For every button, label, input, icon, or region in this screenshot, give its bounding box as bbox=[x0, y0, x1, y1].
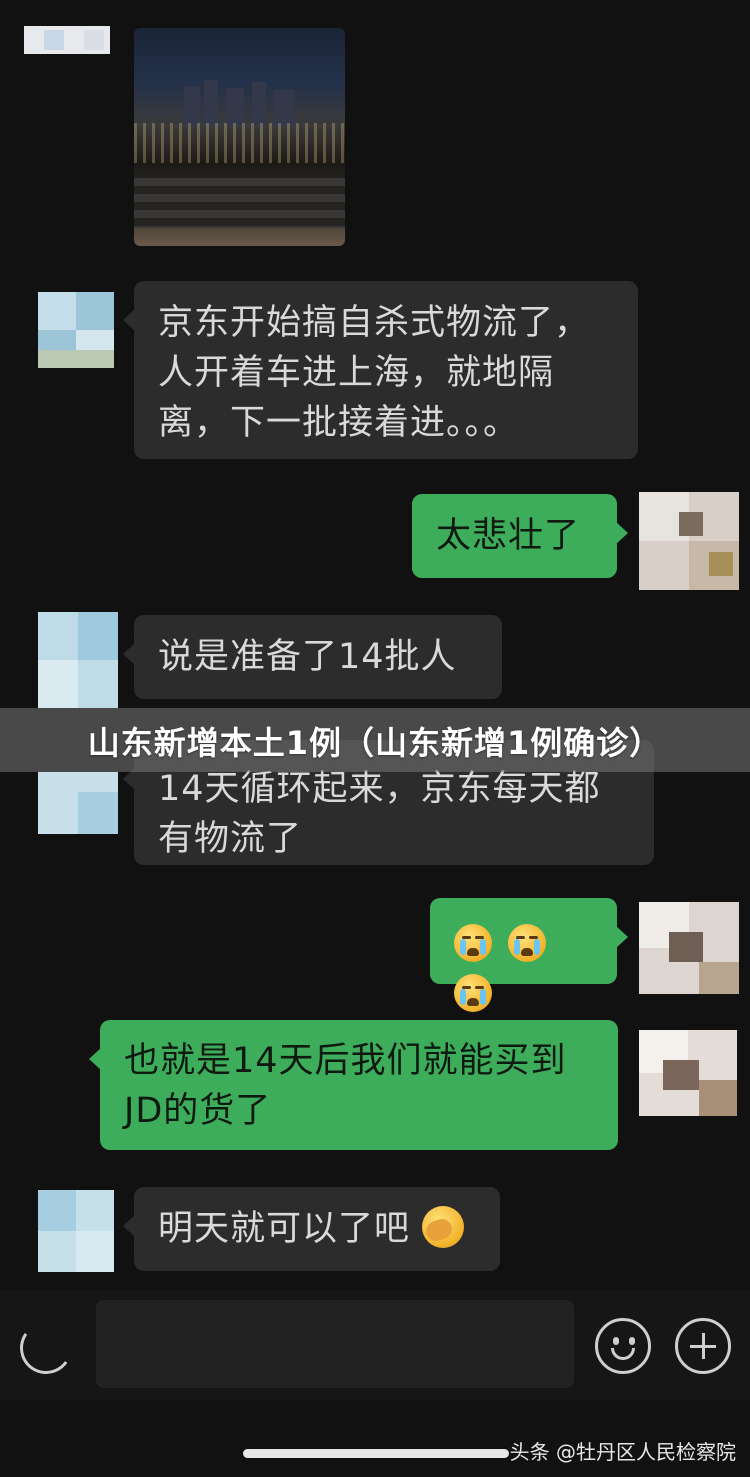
plus-icon[interactable] bbox=[675, 1318, 731, 1374]
message-bubble[interactable] bbox=[430, 898, 628, 1012]
avatar[interactable] bbox=[38, 772, 118, 834]
watermark: 头条 @牡丹区人民检察院 bbox=[509, 1440, 736, 1464]
avatar[interactable] bbox=[639, 492, 739, 590]
loudly-crying-face-emoji bbox=[454, 974, 492, 1012]
headline-title: 山东新增本土1例（山东新增1例确诊） bbox=[87, 724, 663, 762]
message-bubble[interactable]: 太悲壮了 bbox=[412, 494, 628, 578]
message-bubble[interactable]: 明天就可以了吧 bbox=[123, 1187, 500, 1271]
message-input[interactable] bbox=[96, 1300, 574, 1388]
message-line: 离，下一批接着进。。。 bbox=[158, 403, 520, 443]
message-line: 有物流了 bbox=[158, 819, 303, 859]
message-bubble[interactable]: 京东开始搞自杀式物流了， 人开着车进上海，就地隔 离，下一批接着进。。。 bbox=[123, 281, 638, 459]
face-palm-emoji bbox=[422, 1206, 465, 1248]
message-line: 也就是14天后我们就能买到 bbox=[124, 1041, 567, 1081]
message-bubble[interactable]: 也就是14天后我们就能买到 JD的货了 bbox=[89, 1020, 618, 1150]
avatar[interactable] bbox=[24, 26, 110, 54]
avatar[interactable] bbox=[639, 902, 739, 994]
message-text: 太悲壮了 bbox=[436, 516, 581, 556]
headline-banner: 山东新增本土1例（山东新增1例确诊） bbox=[0, 708, 750, 772]
message-line: JD的货了 bbox=[124, 1091, 272, 1131]
message-bubble[interactable]: 说是准备了14批人 bbox=[123, 615, 502, 699]
message-line: 京东开始搞自杀式物流了， bbox=[158, 303, 591, 343]
avatar[interactable] bbox=[38, 612, 118, 708]
smiley-icon[interactable] bbox=[595, 1318, 651, 1374]
loudly-crying-face-emoji bbox=[454, 924, 492, 962]
message-line: 人开着车进上海，就地隔 bbox=[158, 353, 555, 393]
message-text: 说是准备了14批人 bbox=[158, 637, 457, 677]
avatar[interactable] bbox=[639, 1030, 737, 1116]
avatar[interactable] bbox=[38, 1190, 114, 1272]
message-text: 明天就可以了吧 bbox=[158, 1209, 411, 1249]
loudly-crying-face-emoji bbox=[508, 924, 547, 962]
avatar[interactable] bbox=[38, 292, 114, 368]
chat-screen: 京东开始搞自杀式物流了， 人开着车进上海，就地隔 离，下一批接着进。。。 太悲壮… bbox=[0, 0, 750, 1477]
home-indicator[interactable] bbox=[243, 1449, 509, 1458]
image-message[interactable] bbox=[134, 28, 345, 246]
